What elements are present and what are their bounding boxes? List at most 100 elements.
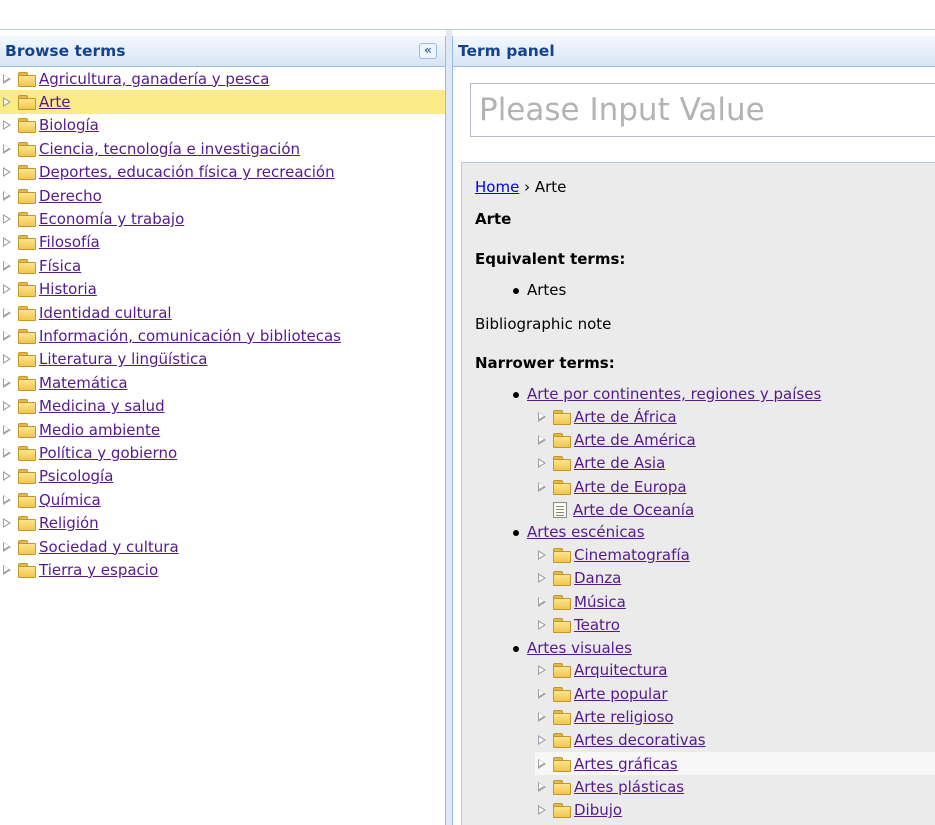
tree-item-religion[interactable]: Religión xyxy=(0,511,445,534)
expand-arrow-icon[interactable] xyxy=(535,688,549,699)
expand-arrow-icon[interactable] xyxy=(535,550,549,561)
subtree-item-label[interactable]: Cinematografía xyxy=(574,546,690,564)
expand-arrow-icon[interactable] xyxy=(535,458,549,469)
double-chevron-left-icon[interactable]: « xyxy=(419,43,437,59)
subtree-item-artes-decorativas[interactable]: Artes decorativas xyxy=(535,729,935,752)
expand-arrow-icon[interactable] xyxy=(535,711,549,722)
subtree-item-arte-religioso[interactable]: Arte religioso xyxy=(535,705,935,728)
subtree-item-artes-graficas[interactable]: Artes gráficas xyxy=(535,751,935,776)
search-input[interactable] xyxy=(477,91,935,129)
expand-arrow-icon[interactable] xyxy=(0,471,14,482)
subtree-item-label[interactable]: Arte de África xyxy=(574,408,677,426)
expand-arrow-icon[interactable] xyxy=(535,620,549,631)
expand-arrow-icon[interactable] xyxy=(0,190,14,201)
tree-item-label[interactable]: Física xyxy=(39,257,81,275)
tree-item-identidad-cultural[interactable]: Identidad cultural xyxy=(0,301,445,324)
subtree-item-arte-de-oceania[interactable]: Arte de Oceanía xyxy=(535,498,935,521)
tree-item-label[interactable]: Agricultura, ganadería y pesca xyxy=(39,70,269,88)
expand-arrow-icon[interactable] xyxy=(535,573,549,584)
subtree-item-label[interactable]: Teatro xyxy=(574,616,620,634)
subtree-item-arte-de-america[interactable]: Arte de América xyxy=(535,428,935,451)
tree-item-filosofia[interactable]: Filosofía xyxy=(0,231,445,254)
tree-item-label[interactable]: Religión xyxy=(39,514,99,532)
tree-item-label[interactable]: Tierra y espacio xyxy=(39,561,158,579)
expand-arrow-icon[interactable] xyxy=(535,411,549,422)
tree-item-economia-y-trabajo[interactable]: Economía y trabajo xyxy=(0,207,445,230)
tree-item-label[interactable]: Medicina y salud xyxy=(39,397,165,415)
narrower-term-link[interactable]: Artes visuales xyxy=(527,639,632,657)
tree-item-ciencia-tecnologia-e-investigacion[interactable]: Ciencia, tecnología e investigación xyxy=(0,137,445,160)
tree-item-medio-ambiente[interactable]: Medio ambiente xyxy=(0,418,445,441)
narrower-term-link[interactable]: Arte por continentes, regiones y países xyxy=(527,385,821,403)
expand-arrow-icon[interactable] xyxy=(0,167,14,178)
tree-item-label[interactable]: Ciencia, tecnología e investigación xyxy=(39,140,300,158)
tree-item-tierra-y-espacio[interactable]: Tierra y espacio xyxy=(0,558,445,581)
tree-item-literatura-y-linguistica[interactable]: Literatura y lingüística xyxy=(0,348,445,371)
expand-arrow-icon[interactable] xyxy=(535,735,549,746)
subtree-item-label[interactable]: Artes plásticas xyxy=(574,778,684,796)
subtree-item-label[interactable]: Arte de Europa xyxy=(574,478,687,496)
subtree-item-cinematografia[interactable]: Cinematografía xyxy=(535,543,935,566)
tree-item-label[interactable]: Arte xyxy=(39,93,71,111)
expand-arrow-icon[interactable] xyxy=(0,354,14,365)
expand-arrow-icon[interactable] xyxy=(535,781,549,792)
tree-item-psicologia[interactable]: Psicología xyxy=(0,465,445,488)
tree-item-quimica[interactable]: Química xyxy=(0,488,445,511)
subtree-item-artes-plasticas[interactable]: Artes plásticas xyxy=(535,775,935,798)
expand-arrow-icon[interactable] xyxy=(0,401,14,412)
expand-arrow-icon[interactable] xyxy=(535,434,549,445)
subtree-item-label[interactable]: Artes decorativas xyxy=(574,731,706,749)
subtree-item-label[interactable]: Música xyxy=(574,593,626,611)
expand-arrow-icon[interactable] xyxy=(535,481,549,492)
expand-arrow-icon[interactable] xyxy=(0,97,14,108)
expand-arrow-icon[interactable] xyxy=(0,541,14,552)
expand-arrow-icon[interactable] xyxy=(0,377,14,388)
tree-item-label[interactable]: Filosofía xyxy=(39,233,100,251)
expand-arrow-icon[interactable] xyxy=(0,260,14,271)
expand-arrow-icon[interactable] xyxy=(0,307,14,318)
tree-item-agricultura-ganaderia-y-pesca[interactable]: Agricultura, ganadería y pesca xyxy=(0,67,445,90)
subtree-item-arte-de-asia[interactable]: Arte de Asia xyxy=(535,452,935,475)
tree-item-deportes-educacion-fisica-y-recreacion[interactable]: Deportes, educación física y recreación xyxy=(0,161,445,184)
subtree-item-label[interactable]: Arte de Oceanía xyxy=(573,501,694,519)
expand-arrow-icon[interactable] xyxy=(535,665,549,676)
tree-item-arte[interactable]: Arte xyxy=(0,90,445,114)
subtree-item-label[interactable]: Arquitectura xyxy=(574,661,667,679)
narrower-term-link[interactable]: Artes escénicas xyxy=(527,523,645,541)
expand-arrow-icon[interactable] xyxy=(0,447,14,458)
subtree-item-dibujo[interactable]: Dibujo xyxy=(535,798,935,821)
tree-item-label[interactable]: Psicología xyxy=(39,467,113,485)
subtree-item-arquitectura[interactable]: Arquitectura xyxy=(535,659,935,682)
expand-arrow-icon[interactable] xyxy=(0,518,14,529)
tree-item-label[interactable]: Información, comunicación y bibliotecas xyxy=(39,327,341,345)
tree-item-label[interactable]: Literatura y lingüística xyxy=(39,350,208,368)
expand-arrow-icon[interactable] xyxy=(0,424,14,435)
tree-item-medicina-y-salud[interactable]: Medicina y salud xyxy=(0,394,445,417)
subtree-item-label[interactable]: Arte de América xyxy=(574,431,696,449)
tree-item-label[interactable]: Biología xyxy=(39,116,99,134)
subtree-item-label[interactable]: Arte de Asia xyxy=(574,454,665,472)
tree-item-label[interactable]: Medio ambiente xyxy=(39,421,160,439)
tree-item-politica-y-gobierno[interactable]: Política y gobierno xyxy=(0,441,445,464)
expand-arrow-icon[interactable] xyxy=(0,564,14,575)
tree-item-label[interactable]: Historia xyxy=(39,280,97,298)
expand-arrow-icon[interactable] xyxy=(0,237,14,248)
expand-arrow-icon[interactable] xyxy=(535,596,549,607)
subtree-item-musica[interactable]: Música xyxy=(535,590,935,613)
expand-arrow-icon[interactable] xyxy=(0,284,14,295)
tree-item-label[interactable]: Química xyxy=(39,491,101,509)
tree-item-informacion-comunicacion-y-bibliotecas[interactable]: Información, comunicación y bibliotecas xyxy=(0,324,445,347)
tree-item-label[interactable]: Identidad cultural xyxy=(39,304,172,322)
tree-item-historia[interactable]: Historia xyxy=(0,278,445,301)
expand-arrow-icon[interactable] xyxy=(535,805,549,816)
search-box[interactable] xyxy=(470,83,935,137)
tree-item-label[interactable]: Deportes, educación física y recreación xyxy=(39,163,335,181)
subtree-item-teatro[interactable]: Teatro xyxy=(535,613,935,636)
breadcrumb-home-link[interactable]: Home xyxy=(475,178,519,196)
expand-arrow-icon[interactable] xyxy=(535,758,549,769)
subtree-item-label[interactable]: Arte religioso xyxy=(574,708,674,726)
tree-item-label[interactable]: Economía y trabajo xyxy=(39,210,184,228)
expand-arrow-icon[interactable] xyxy=(0,494,14,505)
tree-item-sociedad-y-cultura[interactable]: Sociedad y cultura xyxy=(0,535,445,558)
expand-arrow-icon[interactable] xyxy=(0,330,14,341)
